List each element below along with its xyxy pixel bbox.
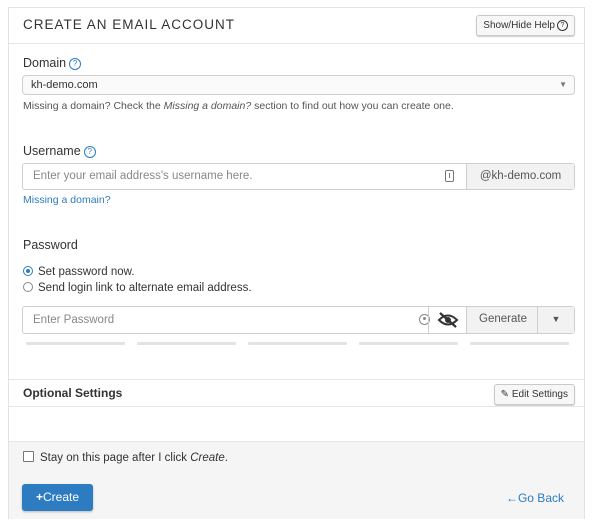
create-email-panel: CREATE AN EMAIL ACCOUNT Show/Hide Help? … — [8, 7, 585, 519]
edit-settings-button[interactable]: ✎ Edit Settings — [493, 384, 575, 405]
pencil-icon: ✎ — [500, 389, 510, 400]
toggle-visibility-button[interactable] — [428, 307, 468, 333]
generate-password-button[interactable]: Generate — [466, 307, 539, 333]
create-button[interactable]: +Create — [22, 484, 93, 511]
generate-options-dropdown[interactable]: ▼ — [537, 307, 574, 333]
stay-on-page-checkbox[interactable] — [23, 451, 34, 462]
plus-icon: + — [35, 490, 43, 504]
help-button-label: Show/Hide Help — [483, 20, 555, 31]
password-input-group: Enter Password Generate ▼ — [22, 306, 575, 334]
domain-help-icon[interactable]: ? — [69, 58, 82, 70]
header-divider — [9, 43, 584, 44]
strength-meter-segment — [137, 342, 236, 345]
username-label: Username? — [23, 144, 96, 158]
domain-selected-value: kh-demo.com — [31, 79, 98, 91]
strength-meter-segment — [470, 342, 569, 345]
optional-bottom-divider — [9, 406, 584, 407]
strength-meter-segment — [248, 342, 347, 345]
go-back-link[interactable]: ←Go Back — [506, 491, 564, 505]
optional-settings-title: Optional Settings — [23, 386, 123, 400]
contact-card-icon — [445, 170, 454, 182]
optional-top-divider — [9, 379, 584, 380]
strength-meter-segment — [26, 342, 125, 345]
username-input-group: Enter your email address's username here… — [22, 163, 575, 190]
username-help-icon[interactable]: ? — [83, 146, 96, 158]
username-domain-suffix: @kh-demo.com — [466, 164, 574, 189]
radio-send-login-link[interactable]: Send login link to alternate email addre… — [23, 278, 252, 296]
password-input[interactable]: Enter Password — [33, 314, 114, 326]
caret-down-icon: ▼ — [551, 314, 561, 324]
page-title: CREATE AN EMAIL ACCOUNT — [23, 17, 236, 32]
show-hide-help-button[interactable]: Show/Hide Help? — [476, 15, 575, 36]
domain-label: Domain? — [23, 56, 82, 70]
domain-select[interactable]: kh-demo.com ▼ — [22, 75, 575, 95]
strength-meter-segment — [359, 342, 458, 345]
username-input[interactable]: Enter your email address's username here… — [33, 170, 253, 182]
footer-divider — [9, 441, 584, 442]
radio-button-checked[interactable] — [23, 266, 33, 276]
chevron-down-icon: ▼ — [559, 80, 567, 89]
password-label: Password — [23, 238, 78, 252]
arrow-left-icon: ← — [505, 491, 518, 505]
eye-slash-icon — [437, 312, 459, 328]
missing-domain-link[interactable]: Missing a domain? — [23, 194, 111, 206]
help-circle-icon: ? — [557, 20, 568, 31]
stay-on-page-option[interactable]: Stay on this page after I click Create. — [23, 451, 228, 464]
radio-button[interactable] — [23, 282, 33, 292]
domain-hint: Missing a domain? Check the Missing a do… — [23, 100, 454, 112]
